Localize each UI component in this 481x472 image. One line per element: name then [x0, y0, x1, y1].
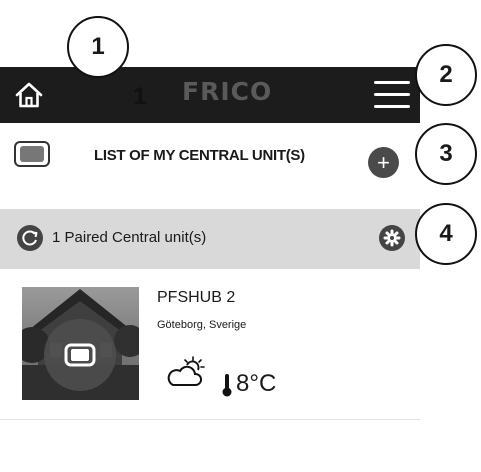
paired-units-bar: 1 Paired Central unit(s) — [0, 209, 420, 269]
hub-name: PFSHUB 2 — [157, 289, 236, 306]
app-screen: FRICO LIST OF MY CENTRAL UNIT(S) + 1 Pai… — [0, 0, 420, 472]
hamburger-menu-icon — [374, 81, 410, 108]
plus-icon: + — [377, 150, 390, 175]
callout-2: 2 — [415, 44, 477, 106]
home-icon — [15, 82, 43, 108]
callout-3: 3 — [415, 123, 477, 185]
top-bar: FRICO — [0, 67, 420, 123]
house-photo — [22, 287, 139, 400]
central-unit-icon — [14, 141, 50, 167]
callout-1: 1 — [67, 16, 129, 78]
list-title: LIST OF MY CENTRAL UNIT(S) — [94, 147, 305, 164]
gear-icon — [383, 229, 401, 247]
callout-4: 4 — [415, 203, 477, 265]
add-central-unit-button[interactable]: + — [368, 147, 399, 178]
home-button[interactable] — [14, 81, 44, 109]
hub-location: Göteborg, Sverige — [157, 319, 247, 331]
temperature-value: 8°C — [236, 370, 277, 397]
central-units-list-header: LIST OF MY CENTRAL UNIT(S) + — [0, 123, 420, 207]
refresh-icon — [22, 230, 38, 246]
partly-cloudy-icon — [167, 356, 205, 386]
frico-logo: FRICO — [182, 77, 273, 106]
central-unit-card[interactable]: PFSHUB 2 Göteborg, Sverige 8°C — [0, 269, 420, 420]
hamburger-menu-button[interactable] — [374, 81, 410, 111]
settings-button[interactable] — [379, 225, 405, 251]
paired-count-label: 1 Paired Central unit(s) — [52, 229, 207, 246]
refresh-button[interactable] — [17, 225, 43, 251]
thermometer-icon — [222, 374, 232, 397]
logo-marker-number: 1 — [133, 83, 147, 110]
